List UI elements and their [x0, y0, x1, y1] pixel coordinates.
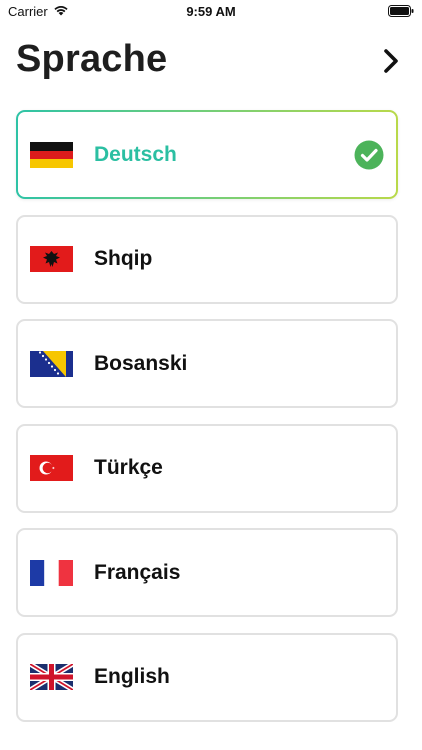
- language-option-deutsch[interactable]: Deutsch: [16, 110, 398, 199]
- language-label: Français: [94, 560, 181, 584]
- page-title: Sprache: [16, 38, 168, 80]
- language-option-english[interactable]: English: [16, 632, 398, 722]
- status-time: 9:59 AM: [186, 4, 236, 19]
- language-option-shqip[interactable]: Shqip: [16, 214, 398, 304]
- flag-uk-icon: [30, 664, 73, 691]
- chevron-right-icon: [384, 49, 398, 73]
- flag-turkey-icon: [30, 455, 73, 482]
- next-button[interactable]: [376, 46, 406, 76]
- flag-albania-icon: [30, 246, 73, 273]
- language-option-turkce[interactable]: Türkçe: [16, 423, 398, 513]
- language-option-bosanski[interactable]: Bosanski: [16, 319, 398, 409]
- checkmark-circle-icon: [354, 140, 384, 170]
- battery-icon: [388, 5, 414, 20]
- language-label: Bosanski: [94, 351, 188, 375]
- header: Sprache: [16, 38, 406, 84]
- flag-germany-icon: [30, 141, 73, 168]
- language-option-francais[interactable]: Français: [16, 528, 398, 618]
- language-list: Deutsch Shqip Bosanski Türkçe Français E…: [16, 110, 398, 738]
- flag-bosnia-icon: [30, 350, 73, 377]
- flag-france-icon: [30, 559, 73, 586]
- status-bar: Carrier 9:59 AM: [0, 0, 422, 24]
- language-label: Türkçe: [94, 456, 163, 480]
- language-label: Deutsch: [94, 142, 177, 166]
- language-label: Shqip: [94, 247, 153, 271]
- language-label: English: [94, 665, 170, 689]
